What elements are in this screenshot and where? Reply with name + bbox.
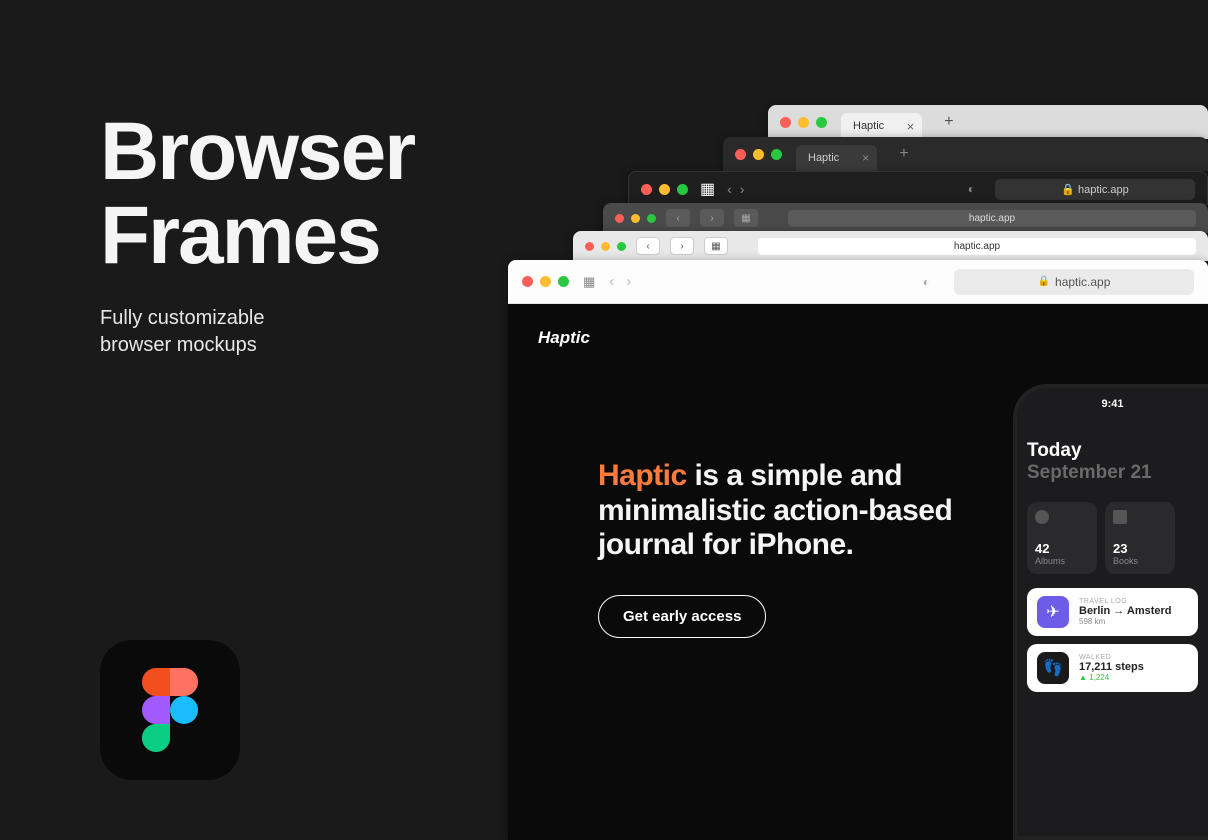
- maximize-icon[interactable]: [558, 276, 569, 287]
- back-button[interactable]: ‹: [666, 209, 690, 227]
- forward-button[interactable]: ›: [740, 181, 745, 197]
- url-text: haptic.app: [1055, 275, 1110, 289]
- journal-card-walked[interactable]: 👣 WALKED 17,211 steps ▲ 1,224: [1027, 644, 1198, 692]
- minimize-icon[interactable]: [601, 242, 610, 251]
- haptic-logo[interactable]: Haptic: [538, 328, 590, 348]
- close-icon[interactable]: [780, 117, 791, 128]
- browser-window-chrome-light: Haptic × +: [768, 105, 1208, 139]
- url-text: haptic.app: [954, 241, 1000, 252]
- maximize-icon[interactable]: [617, 242, 626, 251]
- close-icon[interactable]: [735, 149, 746, 160]
- browser-window-safari-dark: ▦ ‹ › ◐ 🔒 haptic.app: [628, 171, 1208, 205]
- maximize-icon[interactable]: [677, 184, 688, 195]
- phone-today-label: Today: [1027, 440, 1198, 462]
- forward-button[interactable]: ›: [700, 209, 724, 227]
- minimize-icon[interactable]: [798, 117, 809, 128]
- tab-title: Haptic: [853, 120, 884, 132]
- back-button[interactable]: ‹: [636, 237, 660, 255]
- phone-status-time: 9:41: [1027, 398, 1198, 410]
- page-subtitle: Fully customizable browser mockups: [100, 305, 414, 359]
- close-icon[interactable]: [585, 242, 594, 251]
- plane-icon: ✈: [1037, 596, 1069, 628]
- footsteps-icon: 👣: [1037, 652, 1069, 684]
- page-content: Haptic Haptic is a simple and minimalist…: [508, 304, 1208, 840]
- tab-title: Haptic: [808, 152, 839, 164]
- tab-close-icon[interactable]: ×: [862, 151, 869, 165]
- browser-window-compact-light: ‹ › ▦ haptic.app: [573, 231, 1208, 261]
- journal-card-travel[interactable]: ✈ TRAVEL LOG Berlin → Amsterd 598 km: [1027, 588, 1198, 636]
- address-bar[interactable]: 🔒 haptic.app: [954, 269, 1194, 295]
- traffic-lights[interactable]: [780, 117, 827, 128]
- phone-mockup: 9:41 Today September 21 42 Albums 2: [1013, 384, 1208, 840]
- close-icon[interactable]: [522, 276, 533, 287]
- browser-window-chrome-dark: Haptic × +: [723, 137, 1208, 171]
- maximize-icon[interactable]: [771, 149, 782, 160]
- back-button[interactable]: ‹: [609, 273, 614, 290]
- close-icon[interactable]: [615, 214, 624, 223]
- sidebar-toggle-icon[interactable]: ▦: [734, 209, 758, 227]
- minimize-icon[interactable]: [540, 276, 551, 287]
- url-text: haptic.app: [1078, 184, 1129, 196]
- browser-tab[interactable]: Haptic ×: [841, 113, 922, 139]
- sidebar-toggle-icon[interactable]: ▦: [583, 274, 595, 290]
- sidebar-toggle-icon[interactable]: ▦: [700, 179, 715, 199]
- maximize-icon[interactable]: [816, 117, 827, 128]
- phone-date-label: September 21: [1027, 462, 1198, 484]
- lock-icon: 🔒: [1038, 276, 1050, 287]
- traffic-lights[interactable]: [585, 242, 626, 251]
- address-bar[interactable]: haptic.app: [788, 210, 1196, 227]
- minimize-icon[interactable]: [659, 184, 670, 195]
- figma-icon: [100, 640, 240, 780]
- new-tab-button[interactable]: +: [899, 145, 908, 163]
- maximize-icon[interactable]: [647, 214, 656, 223]
- forward-button[interactable]: ›: [670, 237, 694, 255]
- address-bar[interactable]: 🔒 haptic.app: [995, 179, 1195, 200]
- browser-tab[interactable]: Haptic ×: [796, 145, 877, 171]
- privacy-shield-icon[interactable]: ◐: [968, 182, 975, 196]
- new-tab-button[interactable]: +: [944, 113, 953, 131]
- browser-window-safari-light: ▦ ‹ › ◐ 🔒 haptic.app Haptic Haptic is a …: [508, 260, 1208, 840]
- traffic-lights[interactable]: [522, 276, 569, 287]
- traffic-lights[interactable]: [615, 214, 656, 223]
- browser-mockup-stack: Haptic × + Haptic × +: [488, 105, 1208, 840]
- book-icon: [1113, 510, 1127, 524]
- traffic-lights[interactable]: [641, 184, 688, 195]
- lock-icon: 🔒: [1061, 184, 1075, 196]
- forward-button[interactable]: ›: [626, 273, 631, 290]
- close-icon[interactable]: [641, 184, 652, 195]
- tab-close-icon[interactable]: ×: [907, 119, 915, 134]
- minimize-icon[interactable]: [631, 214, 640, 223]
- address-bar[interactable]: haptic.app: [758, 238, 1196, 255]
- sidebar-toggle-icon[interactable]: ▦: [704, 237, 728, 255]
- url-text: haptic.app: [969, 213, 1015, 224]
- minimize-icon[interactable]: [753, 149, 764, 160]
- stat-tile-albums[interactable]: 42 Albums: [1027, 502, 1097, 574]
- traffic-lights[interactable]: [735, 149, 782, 160]
- back-button[interactable]: ‹: [727, 181, 732, 197]
- cta-button[interactable]: Get early access: [598, 595, 766, 638]
- browser-window-compact-dark: ‹ › ▦ haptic.app: [603, 203, 1208, 233]
- stat-tile-books[interactable]: 23 Books: [1105, 502, 1175, 574]
- page-title: Browser Frames: [100, 110, 414, 277]
- disc-icon: [1035, 510, 1049, 524]
- privacy-shield-icon[interactable]: ◐: [923, 275, 930, 289]
- hero-heading: Haptic is a simple and minimalistic acti…: [598, 459, 978, 563]
